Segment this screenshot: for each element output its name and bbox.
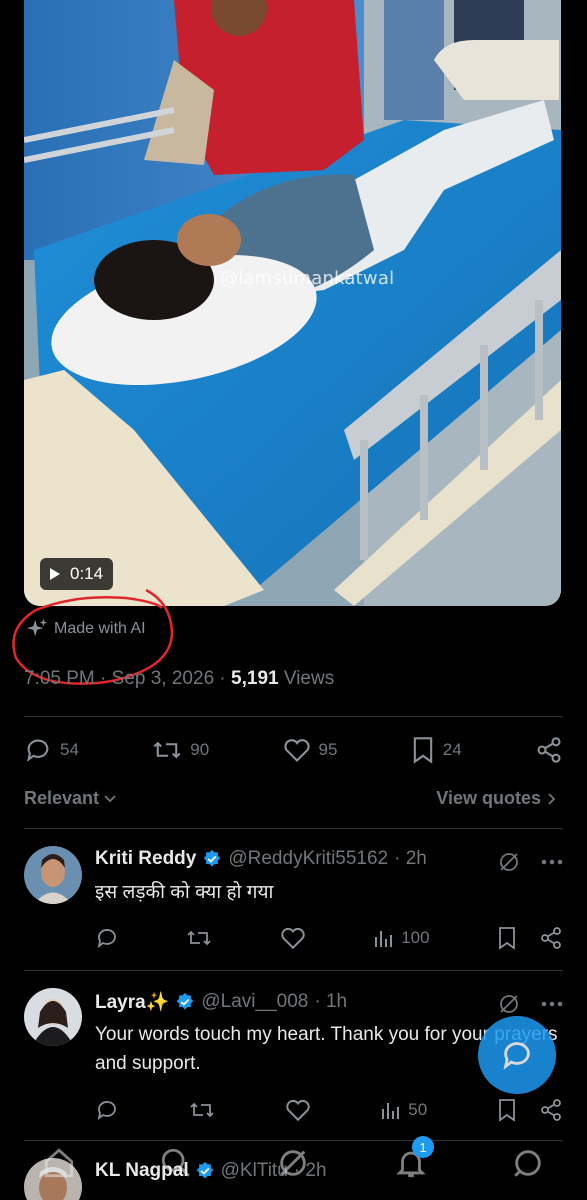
- view-quotes-link[interactable]: View quotes: [436, 788, 559, 809]
- repost-icon[interactable]: [186, 926, 212, 950]
- reply-count: 54: [60, 740, 79, 759]
- repost-icon: [153, 741, 181, 759]
- reply-author-name[interactable]: Layra✨: [95, 990, 169, 1014]
- reply-views-count: 100: [401, 928, 430, 947]
- heart-icon: [283, 739, 310, 762]
- bookmark-icon: [413, 737, 432, 764]
- verified-badge-icon: [177, 992, 194, 1010]
- sparkle-icon: [26, 618, 48, 637]
- view-quotes-label: View quotes: [436, 788, 541, 808]
- divider: [24, 828, 563, 829]
- reply-icon: [27, 739, 49, 762]
- divider: [24, 716, 563, 717]
- made-with-ai-label[interactable]: Made with AI: [26, 618, 146, 640]
- reply-icon[interactable]: [95, 1098, 119, 1122]
- repost-icon[interactable]: [189, 1098, 215, 1122]
- share-icon: [537, 737, 561, 763]
- messages-icon[interactable]: [511, 1146, 545, 1180]
- verified-badge-icon: [204, 849, 221, 867]
- share-icon[interactable]: [539, 926, 563, 950]
- video-duration: 0:14: [70, 564, 104, 583]
- reply-views[interactable]: 50: [380, 1099, 427, 1121]
- chevron-down-icon: [104, 794, 116, 802]
- tweet-meta: 7:05 PM · Sep 3, 2026 · 5,191 Views: [24, 668, 334, 690]
- share-icon[interactable]: [539, 1098, 563, 1122]
- divider: [24, 970, 563, 971]
- avatar[interactable]: [24, 846, 82, 904]
- relevant-dropdown[interactable]: Relevant: [24, 788, 117, 809]
- reply-header: Layra✨ @Lavi__008 · 1h: [95, 990, 347, 1014]
- grok-icon[interactable]: [497, 850, 521, 874]
- compose-reply-button[interactable]: [478, 1016, 556, 1094]
- tweet-time: 7:05 PM: [24, 668, 95, 689]
- reply-views[interactable]: 100: [373, 927, 430, 949]
- reply-more-row: [497, 850, 563, 874]
- reply-more-row: [497, 992, 563, 1016]
- more-icon[interactable]: [541, 859, 563, 865]
- reply-actions: 50: [95, 1098, 563, 1122]
- chevron-right-icon: [548, 792, 556, 805]
- like-button[interactable]: 95: [283, 737, 338, 763]
- reply-views-count: 50: [408, 1100, 428, 1119]
- reply-compose-icon: [503, 1042, 530, 1070]
- grok-icon[interactable]: [497, 992, 521, 1016]
- home-icon[interactable]: [42, 1146, 76, 1180]
- bookmark-icon[interactable]: [497, 1098, 517, 1122]
- bookmark-button[interactable]: 24: [411, 736, 462, 764]
- heart-icon[interactable]: [285, 1098, 311, 1122]
- reply-author-handle[interactable]: @Lavi__008: [201, 991, 308, 1013]
- share-button[interactable]: [535, 736, 563, 764]
- tweet-date: Sep 3, 2026: [111, 668, 215, 689]
- reply-actions: 100: [95, 926, 563, 950]
- search-icon[interactable]: [159, 1146, 193, 1180]
- video-duration-badge[interactable]: 0:14: [40, 558, 114, 590]
- reply-button[interactable]: 54: [24, 736, 79, 764]
- views-count: 5,191: [231, 668, 279, 689]
- tweet-video[interactable]: @iamsumankatwal 0:14: [24, 0, 561, 606]
- reply-bookmark-share: [497, 926, 563, 950]
- bookmark-icon[interactable]: [497, 926, 517, 950]
- reply-author-handle[interactable]: @ReddyKriti55162: [228, 848, 388, 870]
- video-watermark: @iamsumankatwal: [220, 268, 395, 289]
- reply-time: · 1h: [314, 991, 348, 1012]
- bottom-nav: [0, 1140, 587, 1200]
- tweet-actions: 54 90 95 24: [24, 736, 563, 764]
- play-icon: [50, 568, 60, 580]
- relevant-label: Relevant: [24, 788, 100, 808]
- grok-icon[interactable]: [276, 1146, 310, 1180]
- video-frame: [24, 0, 561, 606]
- replies-sort-row: Relevant View quotes: [24, 788, 559, 809]
- separator: ·: [219, 668, 226, 689]
- more-icon[interactable]: [541, 1001, 563, 1007]
- separator: ·: [100, 668, 107, 689]
- analytics-icon: [382, 1103, 400, 1119]
- repost-button[interactable]: 90: [152, 736, 209, 764]
- bookmark-count: 24: [442, 740, 462, 759]
- heart-icon[interactable]: [280, 926, 306, 950]
- made-with-ai-text: Made with AI: [54, 620, 146, 637]
- views-label: Views: [283, 668, 335, 689]
- like-count: 95: [318, 740, 338, 759]
- avatar[interactable]: [24, 988, 82, 1046]
- reply-bookmark-share: [497, 1098, 563, 1122]
- reply-icon[interactable]: [95, 926, 119, 950]
- analytics-icon: [375, 931, 393, 947]
- repost-count: 90: [190, 740, 210, 759]
- reply-time: · 2h: [394, 848, 427, 869]
- reply-header: Kriti Reddy @ReddyKriti55162 · 2h: [95, 848, 427, 870]
- reply-text: इस लड़की को क्या हो गया: [95, 882, 274, 903]
- notification-badge: 1: [412, 1136, 434, 1158]
- reply-author-name[interactable]: Kriti Reddy: [95, 848, 196, 870]
